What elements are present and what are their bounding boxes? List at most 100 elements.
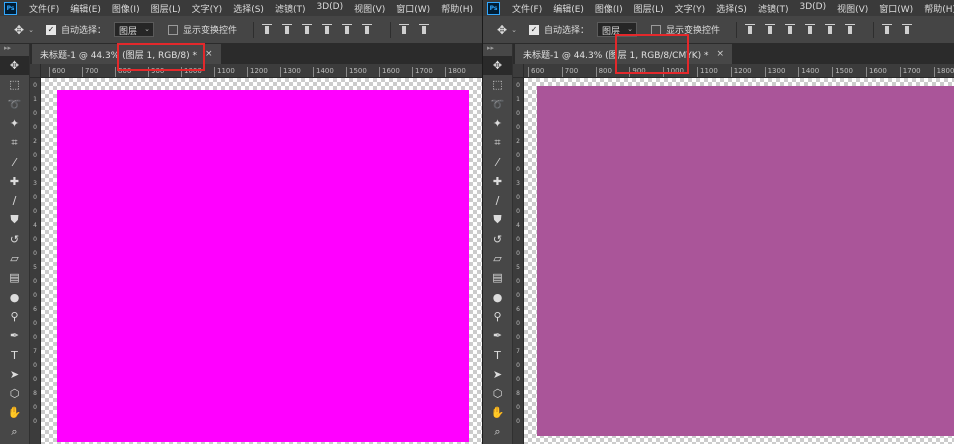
eyedropper-icon[interactable]: ⁄ [0,152,29,171]
menu-item[interactable]: 视图(V) [837,2,868,15]
lasso-icon[interactable]: ➰ [483,95,512,114]
ruler-origin[interactable] [513,64,524,78]
stamp-icon[interactable]: ⛊ [483,210,512,229]
menu-item[interactable]: 帮助(H) [924,2,954,15]
menu-item[interactable]: 帮助(H) [441,2,473,15]
menu-item[interactable]: 3D(D) [799,2,826,15]
shape-icon[interactable]: ⬡ [483,384,512,403]
ruler-origin[interactable] [30,64,41,78]
type-icon[interactable]: T [483,345,512,364]
align-top-icon[interactable] [744,24,755,35]
hand-icon[interactable]: ✋ [483,403,512,422]
menu-item[interactable]: 窗口(W) [396,2,430,15]
horizontal-ruler[interactable]: 600 700 800 900 1000 1100 1200 1300 1400 1500 1600… [524,64,954,78]
auto-select-checkbox[interactable]: ✓ [528,24,539,35]
healing-icon[interactable]: ✚ [0,172,29,191]
layer-fill-cmyk-magenta[interactable] [537,86,954,436]
horizontal-ruler[interactable]: 600 700 800 900 1000 1100 1200 1300 1400 1500 1600… [41,64,482,78]
stamp-icon[interactable]: ⛊ [0,210,29,229]
magic-wand-icon[interactable]: ✦ [483,114,512,133]
path-select-icon[interactable]: ➤ [483,365,512,384]
move-icon[interactable]: ✥ [483,56,512,76]
align-right-icon[interactable] [361,24,372,35]
menu-item[interactable]: 文字(Y) [675,2,706,15]
vertical-ruler[interactable]: 0 1 0 0 2 0 0 3 0 0 4 0 0 5 0 0 6 0 0 7 0 0 8 0 0 [30,78,41,444]
marquee-icon[interactable]: ⬚ [0,75,29,94]
distribute-vcenter-icon[interactable] [901,24,912,35]
menu-item[interactable]: 图像(I) [595,2,623,15]
layer-fill-magenta[interactable] [57,90,469,442]
shape-icon[interactable]: ⬡ [0,384,29,403]
menu-item[interactable]: 视图(V) [354,2,385,15]
dodge-icon[interactable]: ⚲ [0,307,29,326]
type-icon[interactable]: T [0,345,29,364]
healing-icon[interactable]: ✚ [483,172,512,191]
close-icon[interactable]: × [205,49,213,59]
toolbar-grip-icon[interactable]: ▸▸ [483,44,512,56]
magic-wand-icon[interactable]: ✦ [0,114,29,133]
align-left-icon[interactable] [804,24,815,35]
eraser-icon[interactable]: ▱ [0,249,29,268]
blur-icon[interactable]: ● [0,288,29,307]
move-tool-preset-icon[interactable]: ✥ [14,23,24,37]
show-transform-checkbox[interactable] [167,24,178,35]
canvas-area[interactable] [524,78,954,444]
move-icon[interactable]: ✥ [0,56,29,76]
menu-item[interactable]: 3D(D) [316,2,343,15]
move-tool-preset-icon[interactable]: ✥ [497,23,507,37]
zoom-icon[interactable]: ⌕ [483,423,512,442]
blur-icon[interactable]: ● [483,288,512,307]
history-brush-icon[interactable]: ↺ [0,230,29,249]
toolbar-grip-icon[interactable]: ▸▸ [0,44,29,56]
history-brush-icon[interactable]: ↺ [483,230,512,249]
menu-item[interactable]: 图层(L) [151,2,181,15]
menu-item[interactable]: 文件(F) [512,2,542,15]
brush-icon[interactable]: ∕ [0,191,29,210]
pen-icon[interactable]: ✒ [483,326,512,345]
auto-select-checkbox[interactable]: ✓ [45,24,56,35]
menu-item[interactable]: 文字(Y) [192,2,223,15]
chevron-down-icon[interactable]: ⌄ [28,26,34,34]
menu-item[interactable]: 编辑(E) [553,2,584,15]
lasso-icon[interactable]: ➰ [0,95,29,114]
align-vcenter-icon[interactable] [764,24,775,35]
distribute-vcenter-icon[interactable] [418,24,429,35]
menu-item[interactable]: 选择(S) [716,2,747,15]
zoom-icon[interactable]: ⌕ [0,423,29,442]
canvas-area[interactable] [41,78,482,444]
align-vcenter-icon[interactable] [281,24,292,35]
distribute-top-icon[interactable] [881,24,892,35]
eraser-icon[interactable]: ▱ [483,249,512,268]
align-bottom-icon[interactable] [784,24,795,35]
menu-item[interactable]: 图层(L) [634,2,664,15]
gradient-icon[interactable]: ▤ [0,268,29,287]
show-transform-checkbox[interactable] [650,24,661,35]
pen-icon[interactable]: ✒ [0,326,29,345]
distribute-top-icon[interactable] [398,24,409,35]
align-hcenter-icon[interactable] [824,24,835,35]
crop-icon[interactable]: ⌗ [483,133,512,152]
align-hcenter-icon[interactable] [341,24,352,35]
menu-item[interactable]: 选择(S) [233,2,264,15]
align-left-icon[interactable] [321,24,332,35]
close-icon[interactable]: × [716,49,724,59]
auto-select-target-dropdown[interactable]: 图层 ⌄ [113,22,154,37]
menu-item[interactable]: 滤镜(T) [758,2,789,15]
menu-item[interactable]: 窗口(W) [879,2,913,15]
menu-item[interactable]: 滤镜(T) [275,2,306,15]
chevron-down-icon[interactable]: ⌄ [511,26,517,34]
crop-icon[interactable]: ⌗ [0,133,29,152]
hand-icon[interactable]: ✋ [0,403,29,422]
align-top-icon[interactable] [261,24,272,35]
eyedropper-icon[interactable]: ⁄ [483,152,512,171]
menu-item[interactable]: 文件(F) [29,2,59,15]
menu-item[interactable]: 图像(I) [112,2,140,15]
brush-icon[interactable]: ∕ [483,191,512,210]
gradient-icon[interactable]: ▤ [483,268,512,287]
marquee-icon[interactable]: ⬚ [483,75,512,94]
path-select-icon[interactable]: ➤ [0,365,29,384]
align-bottom-icon[interactable] [301,24,312,35]
align-right-icon[interactable] [844,24,855,35]
menu-item[interactable]: 编辑(E) [70,2,101,15]
vertical-ruler[interactable]: 0 1 0 0 2 0 0 3 0 0 4 0 0 5 0 0 6 0 0 7 0 0 8 0 0 [513,78,524,444]
